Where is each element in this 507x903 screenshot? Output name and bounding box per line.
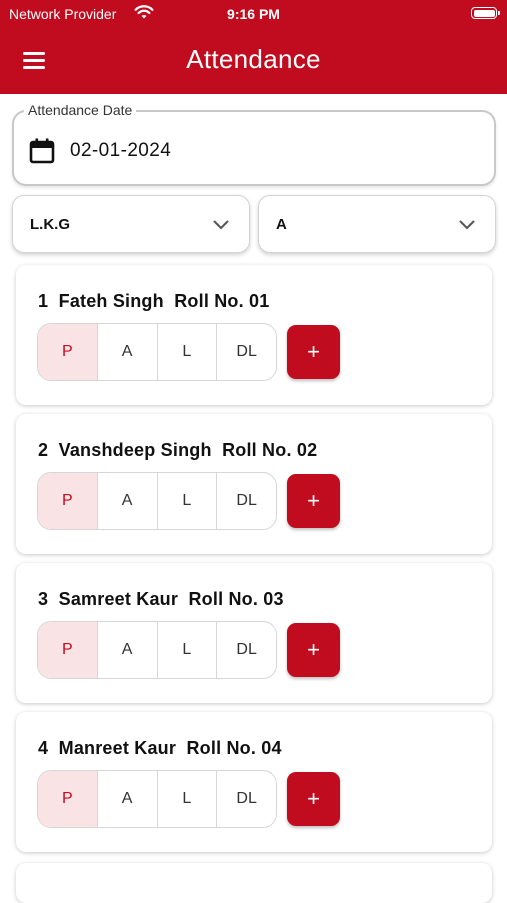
app-header: Network Provider 9:16 PM Attendance <box>0 0 507 94</box>
attendance-toggle-group: P A L DL <box>37 621 277 679</box>
add-button[interactable]: + <box>287 623 340 677</box>
section-dropdown[interactable]: A <box>258 195 496 253</box>
dl-option[interactable]: DL <box>216 771 276 827</box>
student-card <box>16 863 492 903</box>
present-option[interactable]: P <box>38 771 97 827</box>
leave-option[interactable]: L <box>156 473 217 529</box>
present-option[interactable]: P <box>38 622 97 678</box>
attendance-date-label: Attendance Date <box>24 102 137 118</box>
chevron-down-icon <box>213 217 229 235</box>
absent-option[interactable]: A <box>96 622 157 678</box>
student-card: 1 Fateh Singh Roll No. 01 P A L DL + <box>16 265 492 405</box>
class-dropdown-value: L.K.G <box>30 216 70 233</box>
leave-option[interactable]: L <box>156 324 217 380</box>
dl-option[interactable]: DL <box>216 324 276 380</box>
battery-icon <box>471 7 500 19</box>
page-title: Attendance <box>186 44 321 74</box>
student-name: 3 Samreet Kaur Roll No. 03 <box>38 589 284 609</box>
attendance-date-field[interactable]: Attendance Date 02-01-2024 <box>12 102 496 186</box>
student-name: 4 Manreet Kaur Roll No. 04 <box>38 738 282 758</box>
section-dropdown-value: A <box>276 216 287 233</box>
attendance-date-value: 02-01-2024 <box>70 140 172 161</box>
student-name: 2 Vanshdeep Singh Roll No. 02 <box>38 440 318 460</box>
dl-option[interactable]: DL <box>216 473 276 529</box>
calendar-icon[interactable] <box>29 138 55 169</box>
present-option[interactable]: P <box>38 324 97 380</box>
status-time: 9:16 PM <box>227 6 280 22</box>
status-bar: Network Provider 9:16 PM <box>0 0 507 28</box>
class-dropdown[interactable]: L.K.G <box>12 195 250 253</box>
student-card: 3 Samreet Kaur Roll No. 03 P A L DL + <box>16 563 492 703</box>
student-name: 1 Fateh Singh Roll No. 01 <box>38 291 270 311</box>
chevron-down-icon <box>459 217 475 235</box>
add-button[interactable]: + <box>287 474 340 528</box>
absent-option[interactable]: A <box>96 324 157 380</box>
student-card: 4 Manreet Kaur Roll No. 04 P A L DL + <box>16 712 492 852</box>
attendance-toggle-group: P A L DL <box>37 770 277 828</box>
present-option[interactable]: P <box>38 473 97 529</box>
dl-option[interactable]: DL <box>216 622 276 678</box>
leave-option[interactable]: L <box>156 771 217 827</box>
leave-option[interactable]: L <box>156 622 217 678</box>
add-button[interactable]: + <box>287 325 340 379</box>
attendance-toggle-group: P A L DL <box>37 323 277 381</box>
student-card: 2 Vanshdeep Singh Roll No. 02 P A L DL + <box>16 414 492 554</box>
attendance-toggle-group: P A L DL <box>37 472 277 530</box>
absent-option[interactable]: A <box>96 473 157 529</box>
absent-option[interactable]: A <box>96 771 157 827</box>
add-button[interactable]: + <box>287 772 340 826</box>
